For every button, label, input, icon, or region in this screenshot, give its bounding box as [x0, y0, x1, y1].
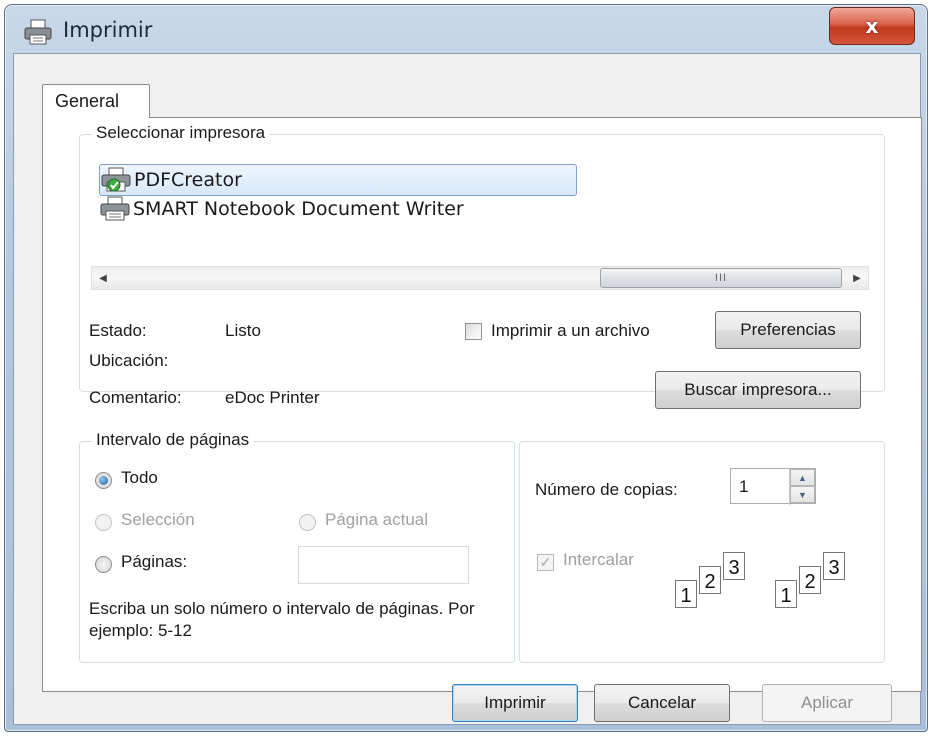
- collate-page: 1: [775, 580, 797, 608]
- title-bar[interactable]: Imprimir x: [5, 5, 927, 55]
- general-tab-panel: Seleccionar impresora PDFCreator SMART N…: [42, 117, 922, 692]
- find-printer-button[interactable]: Buscar impresora...: [655, 371, 861, 409]
- radio-all-pages[interactable]: [95, 472, 112, 489]
- apply-button-label: Aplicar: [801, 693, 853, 712]
- cancel-button[interactable]: Cancelar: [594, 684, 730, 722]
- scrollbar-grip: III: [714, 272, 728, 284]
- radio-pages-label[interactable]: Páginas:: [121, 552, 187, 572]
- spin-down-icon[interactable]: ▼: [790, 486, 815, 503]
- print-to-file-label[interactable]: Imprimir a un archivo: [491, 321, 650, 341]
- find-printer-button-label: Buscar impresora...: [684, 380, 832, 399]
- collate-page: 2: [699, 566, 721, 594]
- print-button[interactable]: Imprimir: [452, 684, 578, 722]
- comment-label: Comentario:: [89, 388, 182, 407]
- copies-input[interactable]: 1 ▲ ▼: [730, 468, 816, 505]
- printer-list-scrollbar[interactable]: ◀ III ▶: [91, 266, 869, 290]
- status-label: Estado:: [89, 321, 147, 340]
- radio-current-page-label[interactable]: Página actual: [325, 510, 428, 530]
- collate-page: 2: [799, 566, 821, 594]
- page-range-title: Intervalo de páginas: [92, 430, 254, 450]
- status-value: Listo: [225, 321, 261, 340]
- copies-value: 1: [739, 477, 749, 496]
- collate-illustration-b: 3 2 1: [775, 552, 861, 616]
- print-to-file-checkbox[interactable]: [465, 323, 482, 340]
- printer-name: PDFCreator: [134, 169, 242, 191]
- preferences-button[interactable]: Preferencias: [715, 311, 861, 349]
- radio-selection-label[interactable]: Selección: [121, 510, 195, 530]
- radio-pages[interactable]: [95, 556, 112, 573]
- close-button[interactable]: x: [829, 7, 915, 45]
- preferences-button-label: Preferencias: [740, 320, 836, 339]
- radio-current-page[interactable]: [299, 514, 316, 531]
- window-title: Imprimir: [63, 18, 153, 42]
- page-range-hint: Escriba un solo número o intervalo de pá…: [89, 599, 475, 640]
- scroll-right-icon[interactable]: ▶: [846, 267, 868, 289]
- scrollbar-thumb[interactable]: III: [600, 268, 842, 288]
- dialog-client-area: General Seleccionar impresora PDFCreator: [13, 53, 922, 725]
- collate-page: 3: [723, 552, 745, 580]
- radio-all-label[interactable]: Todo: [121, 468, 158, 488]
- printer-icon: [24, 19, 52, 45]
- tab-general-label: General: [55, 91, 120, 111]
- apply-button[interactable]: Aplicar: [762, 684, 892, 722]
- spin-up-icon[interactable]: ▲: [790, 469, 815, 486]
- printer-item-pdfcreator[interactable]: PDFCreator: [99, 164, 577, 196]
- comment-value: eDoc Printer: [225, 388, 320, 407]
- printer-icon: [100, 196, 130, 221]
- print-dialog-window: Imprimir x General Seleccionar impresora: [4, 4, 928, 732]
- radio-selection[interactable]: [95, 514, 112, 531]
- print-button-label: Imprimir: [484, 693, 546, 712]
- copies-label: Número de copias:: [535, 480, 678, 499]
- printer-item-smart-notebook[interactable]: SMART Notebook Document Writer: [99, 194, 464, 224]
- collate-page: 1: [675, 580, 697, 608]
- collate-label[interactable]: Intercalar: [563, 550, 634, 570]
- collate-illustration-a: 3 2 1: [675, 552, 761, 616]
- close-icon: x: [865, 14, 879, 38]
- printer-name: SMART Notebook Document Writer: [133, 198, 464, 220]
- printer-default-icon: [101, 167, 131, 192]
- copies-spinner[interactable]: ▲ ▼: [789, 469, 815, 505]
- printer-group-title: Seleccionar impresora: [92, 123, 270, 143]
- tab-general[interactable]: General: [42, 84, 150, 118]
- scroll-left-icon[interactable]: ◀: [92, 267, 114, 289]
- collate-page: 3: [823, 552, 845, 580]
- collate-checkbox[interactable]: ✓: [537, 554, 554, 571]
- location-label: Ubicación:: [89, 351, 169, 370]
- pages-input[interactable]: [298, 546, 469, 584]
- cancel-button-label: Cancelar: [627, 693, 697, 712]
